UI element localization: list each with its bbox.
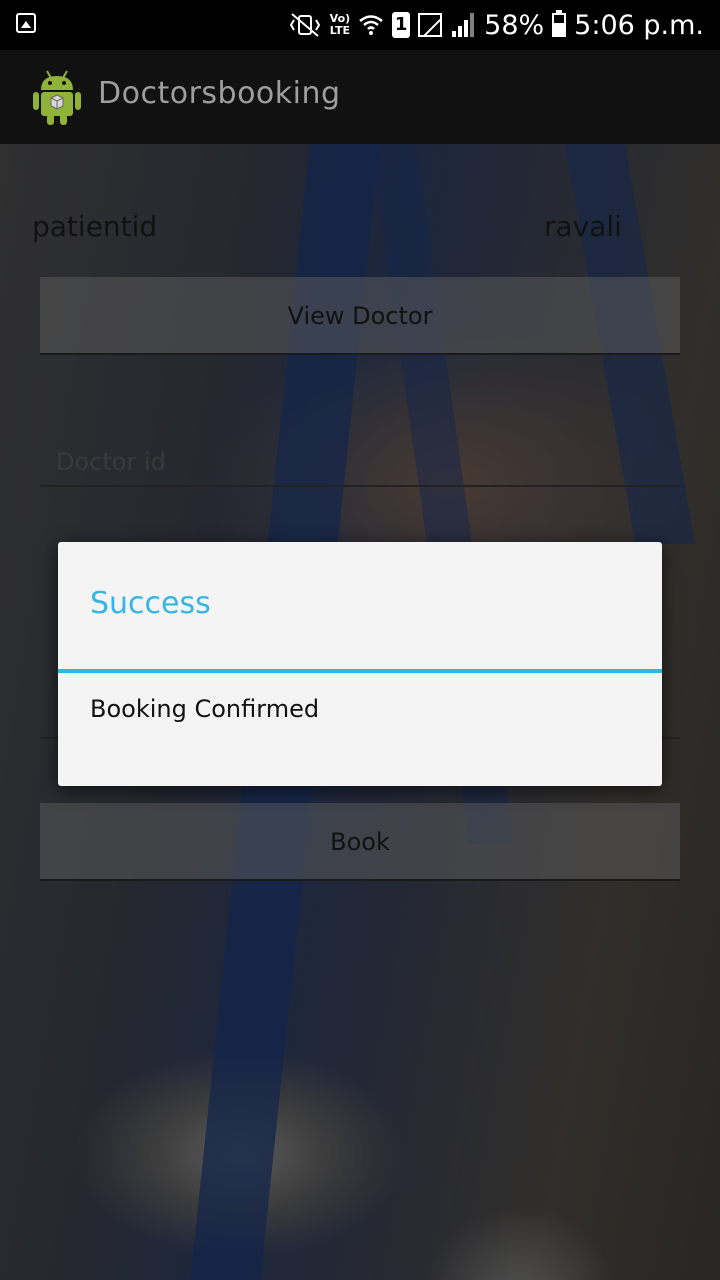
clock: 5:06 p.m. bbox=[574, 9, 704, 41]
doctor-id-field[interactable] bbox=[40, 427, 680, 487]
patient-id-value: ravali bbox=[544, 210, 622, 243]
volte-indicator: Vo) LTE bbox=[329, 12, 351, 37]
vibrate-mute-icon bbox=[289, 13, 320, 37]
android-robot-icon bbox=[33, 70, 81, 125]
status-icons: Vo) LTE 1 58% 5:06 p.m. bbox=[288, 0, 704, 50]
patient-id-label: patientid bbox=[32, 210, 158, 243]
wifi-icon bbox=[359, 15, 383, 35]
book-button[interactable]: Book bbox=[40, 803, 680, 881]
battery-percent: 58% bbox=[484, 9, 545, 41]
app-title: Doctorsbooking bbox=[98, 76, 341, 111]
dialog-title-divider bbox=[58, 669, 662, 673]
battery-icon bbox=[552, 10, 567, 37]
dialog-title: Success bbox=[90, 586, 211, 621]
action-bar: Doctorsbooking bbox=[0, 50, 720, 144]
signal-bars-icon bbox=[450, 13, 476, 37]
screen: Vo) LTE 1 58% 5:06 p.m. Doctorsbooking p… bbox=[0, 0, 720, 1280]
dialog-message: Booking Confirmed bbox=[90, 695, 320, 723]
success-dialog: Success Booking Confirmed bbox=[58, 542, 662, 786]
view-doctor-button[interactable]: View Doctor bbox=[40, 277, 680, 355]
gallery-notification-icon bbox=[16, 13, 36, 33]
sim-1-badge: 1 bbox=[392, 12, 411, 38]
no-signal-icon bbox=[418, 13, 443, 37]
doctor-id-input[interactable] bbox=[54, 447, 658, 477]
status-bar: Vo) LTE 1 58% 5:06 p.m. bbox=[0, 0, 720, 50]
